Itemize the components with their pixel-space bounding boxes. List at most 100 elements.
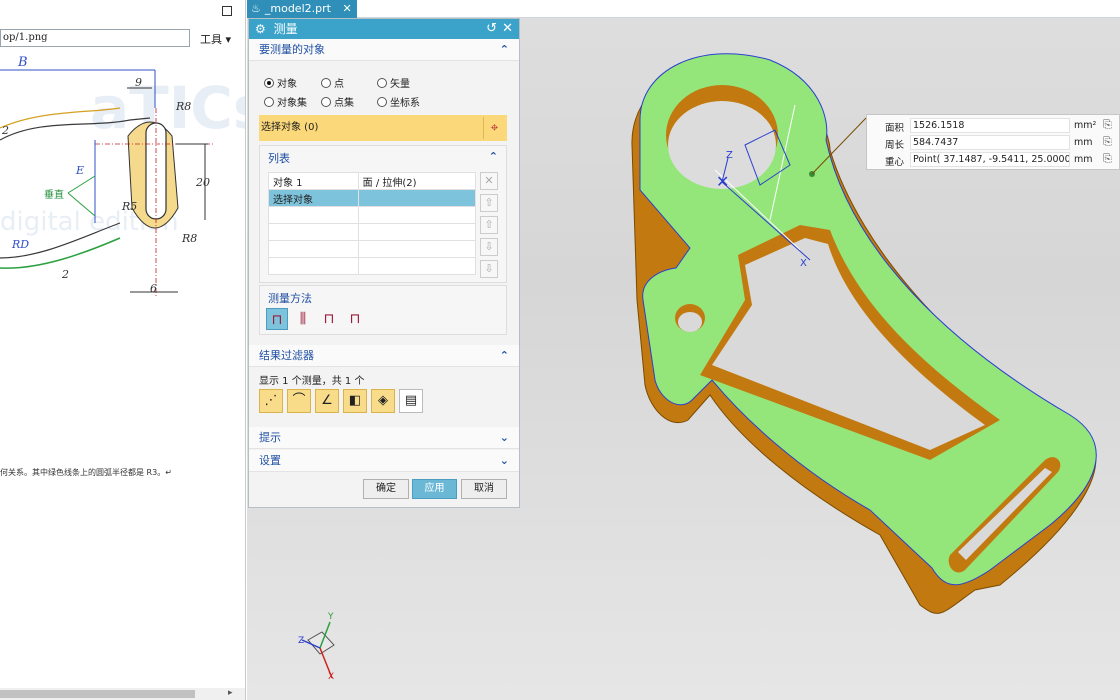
axis-x-label: X — [328, 672, 335, 682]
method-default-icon[interactable]: ⊓ — [266, 308, 288, 330]
horizontal-scrollbar[interactable]: ▸ — [0, 688, 245, 700]
object-list[interactable]: 对象 1面 / 拉伸(2) 选择对象 — [268, 172, 477, 275]
remove-icon[interactable]: ✕ — [480, 172, 498, 190]
list-item[interactable]: 对象 1面 / 拉伸(2) — [268, 172, 477, 190]
filter-distance-icon[interactable]: ⋰ — [259, 389, 283, 413]
section-settings-label: 设置 — [259, 454, 281, 467]
move-top-icon[interactable]: ⇧ — [480, 194, 498, 212]
label-e: E — [75, 164, 84, 177]
file-tab-close-icon[interactable]: ✕ — [342, 2, 351, 15]
orientation-triad — [301, 621, 335, 679]
section-hint-label: 提示 — [259, 431, 281, 444]
section-objects[interactable]: 要测量的对象 ⌃ — [249, 39, 519, 61]
copy-icon[interactable]: ⎘ — [1103, 152, 1112, 166]
move-bottom-icon[interactable]: ⇩ — [480, 260, 498, 278]
label-b: B — [17, 55, 28, 70]
chevron-down-icon[interactable]: ⌄ — [500, 450, 509, 472]
cancel-button[interactable]: 取消 — [461, 479, 507, 499]
copy-icon[interactable]: ⎘ — [1103, 118, 1112, 132]
section-objects-label: 要测量的对象 — [259, 43, 325, 56]
radio-object-set[interactable]: 对象集 — [264, 94, 307, 109]
section-filter[interactable]: 结果过滤器 ⌃ — [249, 345, 519, 367]
dim-2b: 2 — [61, 268, 69, 281]
centroid-value[interactable]: Point( 37.1487, -9.5411, 25.0000) — [910, 152, 1070, 167]
dim-r8-bottom: R8 — [181, 232, 197, 245]
chevron-up-icon[interactable]: ⌃ — [489, 150, 498, 163]
list-item[interactable] — [268, 240, 477, 258]
filter-arc-icon[interactable]: ⌒ — [287, 389, 311, 413]
centroid-row: 重心 Point( 37.1487, -9.5411, 25.0000) mm … — [885, 152, 1112, 168]
filter-add-icon[interactable]: ▤ — [399, 389, 423, 413]
svg-text:Z: Z — [726, 150, 733, 161]
select-object-label: 选择对象 (0) — [261, 122, 319, 133]
list-item[interactable]: 选择对象 — [268, 189, 477, 207]
measure-method-section: 测量方法 ⊓ ⫼ ⊓ ⊓ — [259, 285, 507, 335]
engineering-drawing: aTICs digital edition B 9 R8 20 R8 6 E 垂… — [0, 55, 245, 298]
ok-button[interactable]: 确定 — [363, 479, 409, 499]
apply-button[interactable]: 应用 — [412, 479, 457, 499]
list-title: 列表 — [268, 152, 290, 165]
chevron-up-icon[interactable]: ⌃ — [500, 39, 509, 61]
perimeter-row: 周长 584.7437 mm ⎘ — [885, 135, 1112, 151]
path-input[interactable]: op/1.png — [0, 29, 190, 47]
file-tab[interactable]: ♨ _model2.prt ✕ — [247, 0, 357, 18]
chevron-down-icon[interactable]: ⌄ — [500, 427, 509, 449]
filter-angle-icon[interactable]: ∠ — [315, 389, 339, 413]
scroll-right-icon[interactable]: ▸ — [228, 688, 233, 698]
axis-z-label: Z — [298, 636, 305, 646]
dialog-title: 测量 — [273, 22, 298, 36]
move-down-icon[interactable]: ⇩ — [480, 238, 498, 256]
method-length-icon[interactable]: ⊓ — [344, 308, 366, 330]
filter-volume-icon[interactable]: ◈ — [371, 389, 395, 413]
label-r5: R5 — [121, 200, 137, 213]
label-perp: 垂直 — [44, 188, 64, 201]
svg-text:X: X — [800, 258, 807, 269]
perimeter-value[interactable]: 584.7437 — [910, 135, 1070, 150]
file-tab-label: _model2.prt — [264, 2, 331, 15]
chevron-up-icon[interactable]: ⌃ — [500, 345, 509, 367]
copy-icon[interactable]: ⎘ — [1103, 135, 1112, 149]
section-filter-label: 结果过滤器 — [259, 349, 314, 362]
filter-count: 显示 1 个测量，共 1 个 — [259, 376, 365, 387]
dim-6: 6 — [150, 282, 157, 295]
list-section: 列表 ⌃ 对象 1面 / 拉伸(2) 选择对象 ✕ ⇧ ⇧ ⇩ ⇩ — [259, 145, 507, 283]
label-rd: RD — [11, 238, 29, 251]
radio-vector[interactable]: 矢量 — [377, 75, 410, 90]
dim-r8-top: R8 — [175, 100, 191, 113]
tools-menu[interactable]: 工具 ▾ — [200, 31, 231, 47]
radio-point-set[interactable]: 点集 — [321, 94, 354, 109]
scrollbar-thumb[interactable] — [0, 690, 195, 698]
method-distance-icon[interactable]: ⫼ — [292, 308, 314, 330]
measure-dialog: ⚙ 测量 ↺ ✕ 要测量的对象 ⌃ 对象 点 矢量 对象集 点集 坐标系 选择对… — [248, 18, 520, 508]
list-item[interactable] — [268, 257, 477, 275]
section-settings[interactable]: 设置 ⌄ — [249, 450, 519, 472]
method-angle-icon[interactable]: ⊓ — [318, 308, 340, 330]
area-row: 面积 1526.1518 mm² ⎘ — [885, 118, 1112, 134]
svg-text:✕: ✕ — [716, 172, 729, 191]
select-object-bar[interactable]: 选择对象 (0) ⌖ — [259, 115, 507, 141]
part-icon: ♨ — [251, 2, 261, 15]
document-note: 何关系。其中绿色线条上的圆弧半径都是 R3。↵ — [0, 468, 172, 477]
radio-point[interactable]: 点 — [321, 75, 344, 90]
maximize-icon[interactable] — [222, 6, 232, 16]
radio-csys[interactable]: 坐标系 — [377, 94, 420, 109]
reset-icon[interactable]: ↺ — [486, 19, 497, 39]
dim-9: 9 — [135, 76, 142, 89]
section-hint[interactable]: 提示 ⌄ — [249, 427, 519, 449]
dim-20: 20 — [195, 176, 210, 189]
list-item[interactable] — [268, 206, 477, 224]
dialog-title-bar: ⚙ 测量 ↺ ✕ — [249, 19, 519, 39]
filter-area-icon[interactable]: ◧ — [343, 389, 367, 413]
measurement-callout: 面积 1526.1518 mm² ⎘ 周长 584.7437 mm ⎘ 重心 P… — [866, 114, 1120, 170]
move-up-icon[interactable]: ⇧ — [480, 216, 498, 234]
tab-strip: ♨ _model2.prt ✕ — [247, 0, 1120, 18]
gear-icon: ⚙ — [255, 22, 266, 36]
axis-y-label: Y — [328, 612, 334, 622]
radio-object[interactable]: 对象 — [264, 75, 297, 90]
close-icon[interactable]: ✕ — [502, 19, 513, 39]
area-value[interactable]: 1526.1518 — [910, 118, 1070, 133]
list-item[interactable] — [268, 223, 477, 241]
crosshair-icon[interactable]: ⌖ — [483, 117, 505, 139]
method-title: 测量方法 — [268, 292, 312, 305]
dim-2: 2 — [1, 124, 9, 137]
